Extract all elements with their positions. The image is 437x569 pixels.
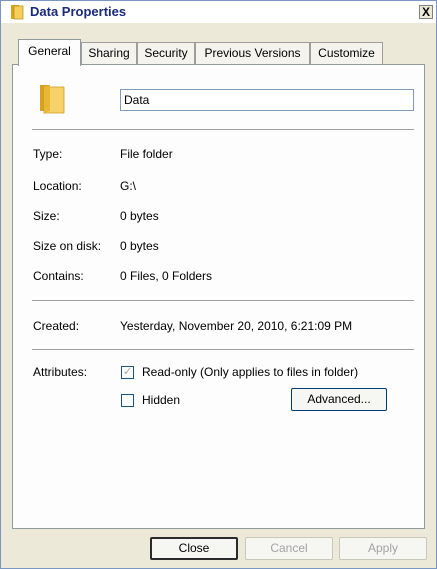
apply-button[interactable]: Apply [339,537,427,560]
close-button[interactable]: Close [150,537,238,560]
title-bar[interactable]: Data Properties X [1,1,436,23]
location-value: G:\ [120,179,137,193]
separator [32,349,414,351]
size-on-disk-label: Size on disk: [33,239,102,253]
cancel-button[interactable]: Cancel [245,537,333,560]
close-window-button[interactable]: X [419,5,433,19]
properties-dialog: Data Properties X General Sharing Securi… [0,0,437,569]
tab-general[interactable]: General [18,39,81,66]
contains-label: Contains: [33,269,84,283]
folder-icon [11,5,24,20]
created-label: Created: [33,319,80,333]
check-mark-icon: ✓ [122,366,133,378]
contains-value: 0 Files, 0 Folders [120,269,213,283]
type-label: Type: [33,147,63,161]
size-on-disk-value: 0 bytes [120,239,159,253]
hidden-checkbox-label[interactable]: Hidden [142,393,180,407]
general-tab-panel [12,64,425,529]
tab-sharing[interactable]: Sharing [81,42,137,64]
readonly-checkbox-label[interactable]: Read-only (Only applies to files in fold… [142,365,358,379]
separator [32,129,414,131]
hidden-checkbox[interactable] [121,394,134,407]
separator [32,300,414,302]
folder-name-input[interactable] [120,89,414,111]
type-value: File folder [120,147,173,161]
size-value: 0 bytes [120,209,159,223]
tab-security[interactable]: Security [137,42,195,64]
created-value: Yesterday, November 20, 2010, 6:21:09 PM [120,319,353,333]
attributes-label: Attributes: [33,365,88,379]
window-title: Data Properties [30,4,127,19]
readonly-checkbox[interactable]: ✓ [121,366,134,379]
advanced-button[interactable]: Advanced... [291,388,387,411]
size-label: Size: [33,209,60,223]
location-label: Location: [33,179,82,193]
tab-previous-versions[interactable]: Previous Versions [195,42,310,64]
tab-customize[interactable]: Customize [310,42,383,64]
folder-icon [40,85,65,114]
